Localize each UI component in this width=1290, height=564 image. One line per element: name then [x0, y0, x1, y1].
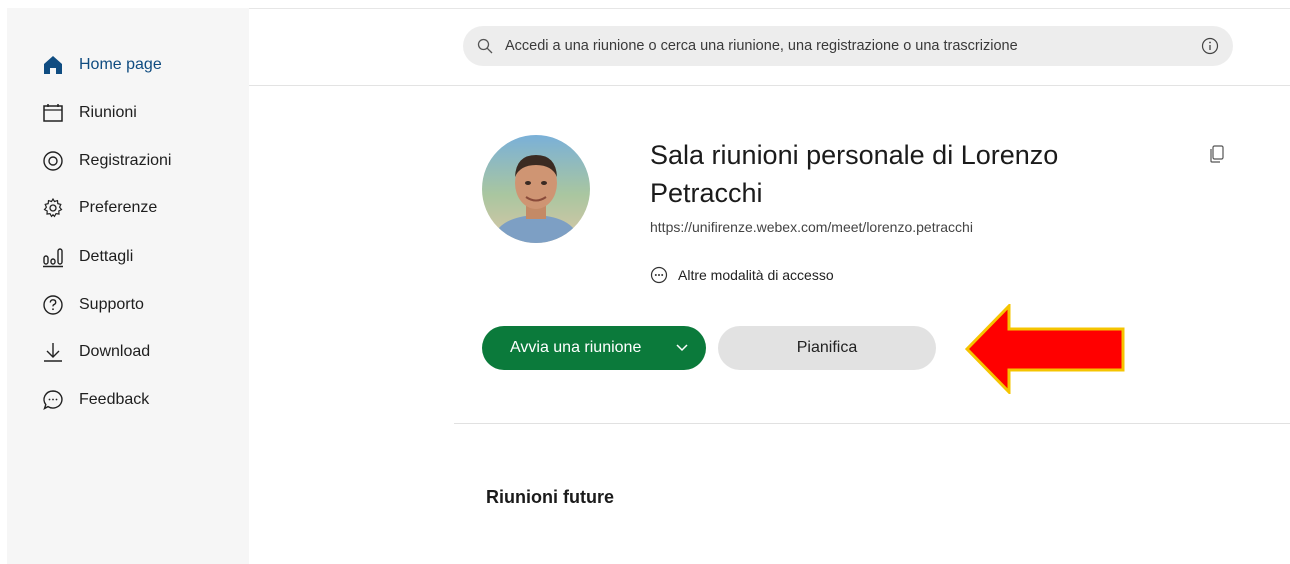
sidebar-item-label: Preferenze — [79, 199, 158, 216]
help-icon — [41, 293, 65, 317]
room-title: Sala riunioni personale di Lorenzo Petra… — [650, 140, 1059, 208]
sidebar-item-download[interactable]: Download — [41, 339, 150, 365]
copy-icon[interactable] — [1208, 144, 1226, 164]
info-icon[interactable] — [1201, 37, 1219, 55]
avatar — [482, 135, 590, 243]
upcoming-meetings-heading: Riunioni future — [486, 487, 614, 507]
sidebar-item-details[interactable]: Dettagli — [41, 244, 133, 270]
sidebar-item-label: Riunioni — [79, 104, 137, 121]
sidebar-item-label: Download — [79, 343, 151, 360]
chevron-down-icon[interactable] — [674, 339, 690, 360]
recording-icon — [41, 149, 65, 173]
start-meeting-button[interactable]: Avvia una riunione — [482, 326, 706, 370]
sidebar-item-meetings[interactable]: Riunioni — [41, 100, 137, 126]
room-url: https://unifirenze.webex.com/meet/lorenz… — [650, 219, 973, 235]
sidebar-item-label: Home page — [79, 56, 162, 73]
section-divider — [454, 423, 1290, 424]
sidebar-item-preferences[interactable]: Preferenze — [41, 195, 157, 221]
calendar-icon — [41, 101, 65, 125]
sidebar-item-feedback[interactable]: Feedback — [41, 387, 149, 413]
schedule-label: Pianifica — [796, 339, 858, 356]
header-divider — [249, 85, 1290, 86]
analytics-icon — [41, 245, 65, 269]
schedule-button[interactable]: Pianifica — [718, 326, 936, 370]
alt-access-link[interactable]: Altre modalità di accesso — [650, 264, 834, 286]
download-icon — [41, 340, 65, 364]
gear-icon — [41, 196, 65, 220]
more-icon — [650, 266, 668, 284]
sidebar-item-recordings[interactable]: Registrazioni — [41, 148, 171, 174]
search-icon — [477, 38, 493, 54]
sidebar: Home page Riunioni Registrazioni Prefere… — [7, 8, 249, 564]
search-bar[interactable] — [463, 26, 1233, 66]
alt-access-label: Altre modalità di accesso — [678, 267, 834, 283]
sidebar-item-label: Dettagli — [79, 248, 134, 265]
sidebar-item-label: Feedback — [79, 391, 150, 408]
sidebar-item-home[interactable]: Home page — [41, 52, 162, 78]
sidebar-item-label: Supporto — [79, 296, 144, 313]
sidebar-item-support[interactable]: Supporto — [41, 292, 144, 318]
top-border — [249, 8, 1290, 9]
feedback-icon — [41, 388, 65, 412]
search-input[interactable] — [503, 37, 1201, 55]
sidebar-item-label: Registrazioni — [79, 152, 172, 169]
home-icon — [41, 53, 65, 77]
start-meeting-label: Avvia una riunione — [510, 339, 642, 356]
annotation-arrow — [964, 302, 1126, 396]
